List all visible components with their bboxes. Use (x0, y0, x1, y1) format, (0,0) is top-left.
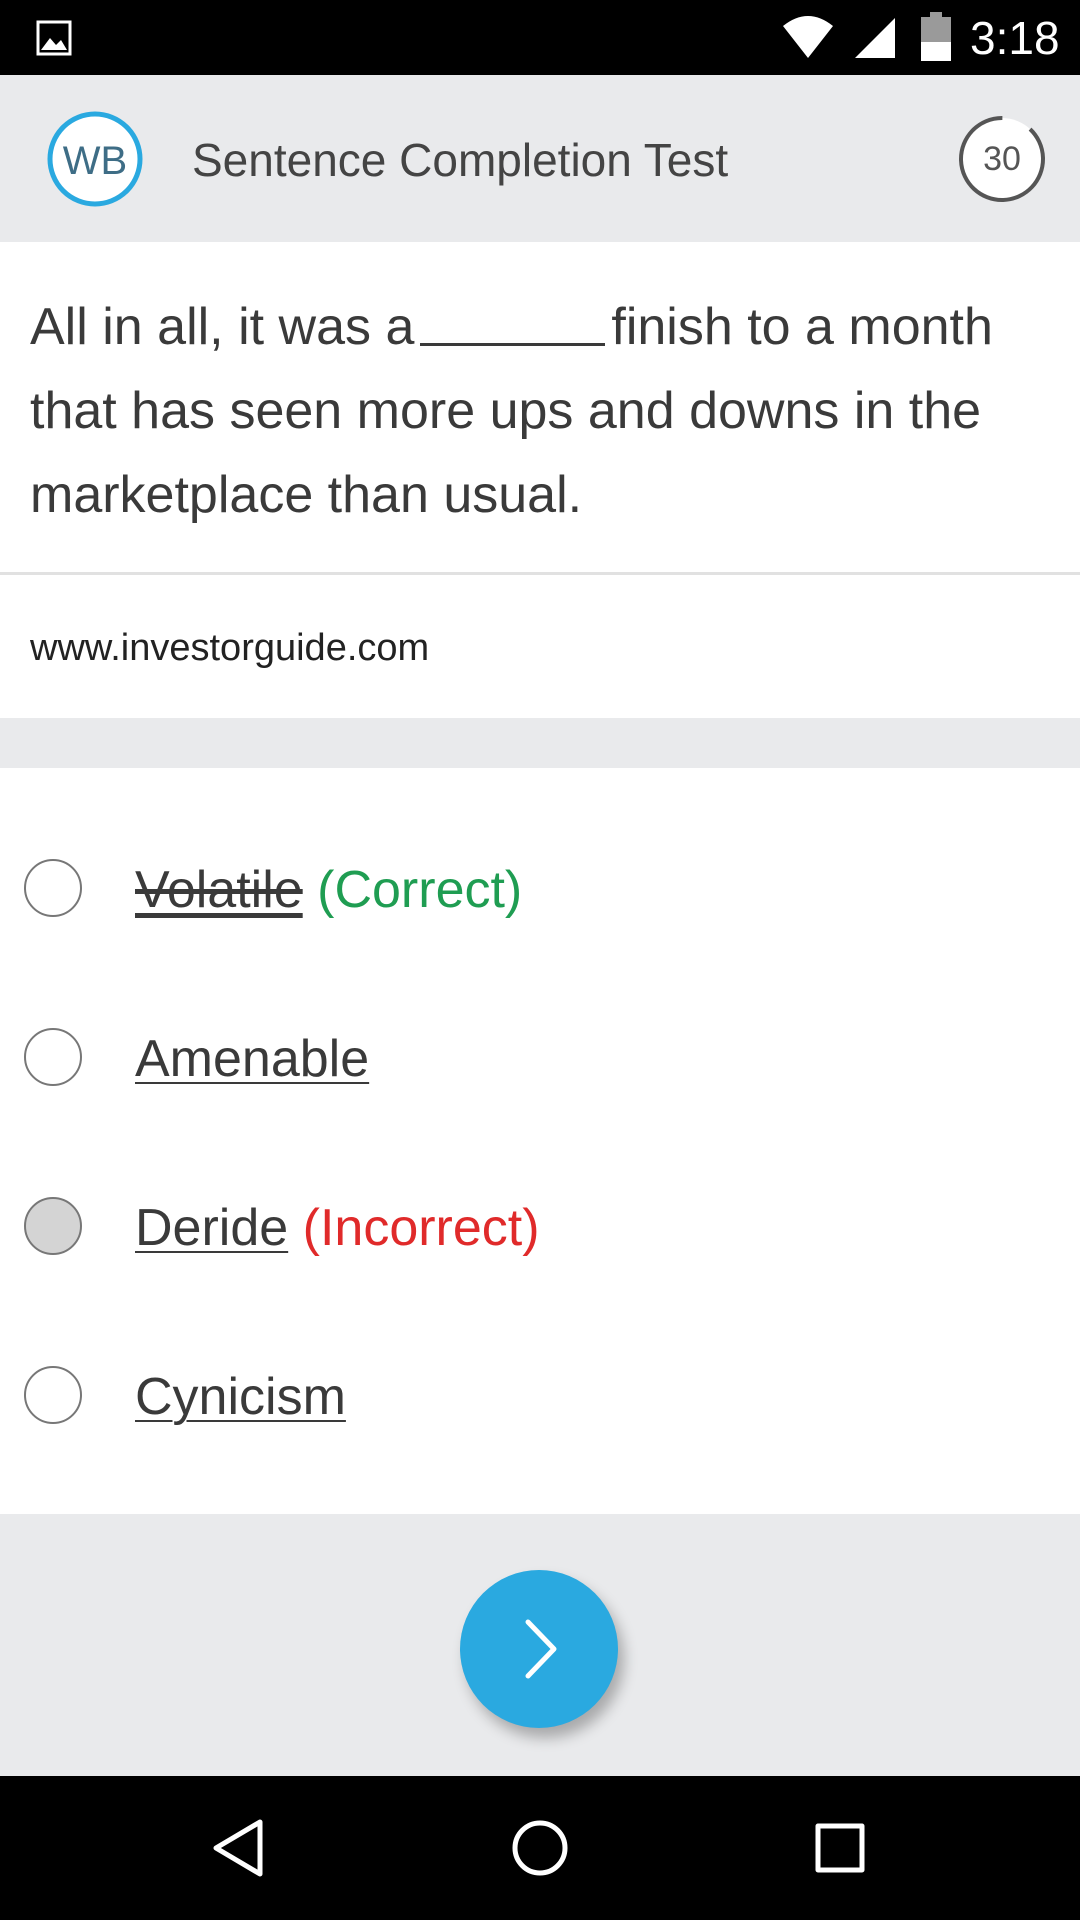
image-icon (36, 20, 72, 56)
footer (0, 1514, 1080, 1776)
app-bar: WB Sentence Completion Test 30 (0, 75, 1080, 242)
option-3-radio[interactable] (24, 1197, 82, 1255)
option-2[interactable]: Amenable (0, 1004, 1080, 1114)
recents-icon[interactable] (808, 1816, 872, 1880)
chevron-right-icon (525, 1619, 557, 1679)
option-1-word[interactable]: Volatile (135, 861, 303, 919)
timer-value: 30 (983, 140, 1021, 178)
option-4-radio[interactable] (24, 1366, 82, 1424)
wifi-icon (783, 16, 833, 58)
option-4-label[interactable]: Cynicism (135, 1362, 346, 1432)
home-icon[interactable] (508, 1816, 572, 1880)
next-button[interactable] (460, 1570, 618, 1728)
option-1[interactable]: Volatile (Correct) (0, 835, 1080, 945)
section-separator (0, 718, 1080, 768)
page-title: Sentence Completion Test (192, 134, 729, 186)
option-2-word[interactable]: Amenable (135, 1030, 369, 1088)
back-icon[interactable] (208, 1816, 272, 1880)
option-3[interactable]: Deride (Incorrect) (0, 1173, 1080, 1283)
option-4-word[interactable]: Cynicism (135, 1368, 346, 1426)
status-bar: 3:18 (0, 0, 1080, 75)
cell-signal-icon (855, 18, 895, 58)
question-text: All in all, it was a finish to a month th… (30, 285, 1050, 537)
status-time: 3:18 (970, 12, 1060, 64)
question-blank (420, 343, 606, 346)
option-1-status: (Correct) (317, 861, 523, 919)
option-1-label[interactable]: Volatile (Correct) (135, 855, 522, 925)
option-4[interactable]: Cynicism (0, 1342, 1080, 1452)
option-3-label[interactable]: Deride (Incorrect) (135, 1193, 540, 1263)
option-3-status: (Incorrect) (302, 1199, 540, 1257)
app-logo-text: WB (63, 139, 127, 183)
option-3-word[interactable]: Deride (135, 1199, 288, 1257)
app-logo: WB (47, 111, 143, 207)
option-2-radio[interactable] (24, 1028, 82, 1086)
divider (0, 572, 1080, 575)
option-1-radio[interactable] (24, 859, 82, 917)
question-source: www.investorguide.com (30, 627, 430, 669)
navigation-bar (0, 1776, 1080, 1920)
battery-icon (921, 12, 951, 61)
option-2-label[interactable]: Amenable (135, 1024, 369, 1094)
question-text-before: All in all, it was a (30, 298, 415, 356)
